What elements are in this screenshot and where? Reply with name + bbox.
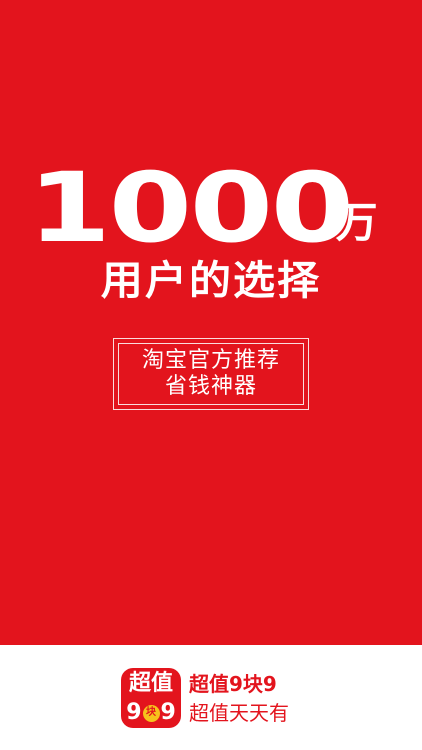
- app-name: 超值9块9: [189, 672, 277, 696]
- footer-brand-bar: 超值 9 块 9 超值9块9 超值天天有: [0, 645, 422, 750]
- headline: 1000万 用户的选择: [0, 160, 422, 304]
- app-logo-top-text: 超值: [128, 671, 173, 696]
- headline-number-row: 1000万: [8, 160, 422, 256]
- app-logo-digit-left: 9: [126, 700, 142, 725]
- tagline-inner-frame: 淘宝官方推荐 省钱神器: [118, 343, 304, 405]
- app-brand-text: 超值9块9 超值天天有: [189, 671, 289, 727]
- user-count-number: 1000: [27, 152, 354, 264]
- coin-icon: 块: [142, 704, 160, 722]
- tagline-line-2: 省钱神器: [164, 374, 257, 399]
- app-logo-bottom: 9 块 9: [121, 698, 181, 728]
- app-logo-icon: 超值 9 块 9: [121, 668, 181, 728]
- user-count-unit: 万: [335, 198, 378, 247]
- splash-background: 1000万 用户的选择 淘宝官方推荐 省钱神器: [0, 0, 422, 645]
- headline-subtitle: 用户的选择: [100, 258, 322, 304]
- tagline-frame: 淘宝官方推荐 省钱神器: [113, 338, 309, 410]
- app-slogan: 超值天天有: [189, 701, 289, 725]
- app-logo-digit-right: 9: [160, 700, 176, 725]
- tagline-line-1: 淘宝官方推荐: [141, 348, 280, 373]
